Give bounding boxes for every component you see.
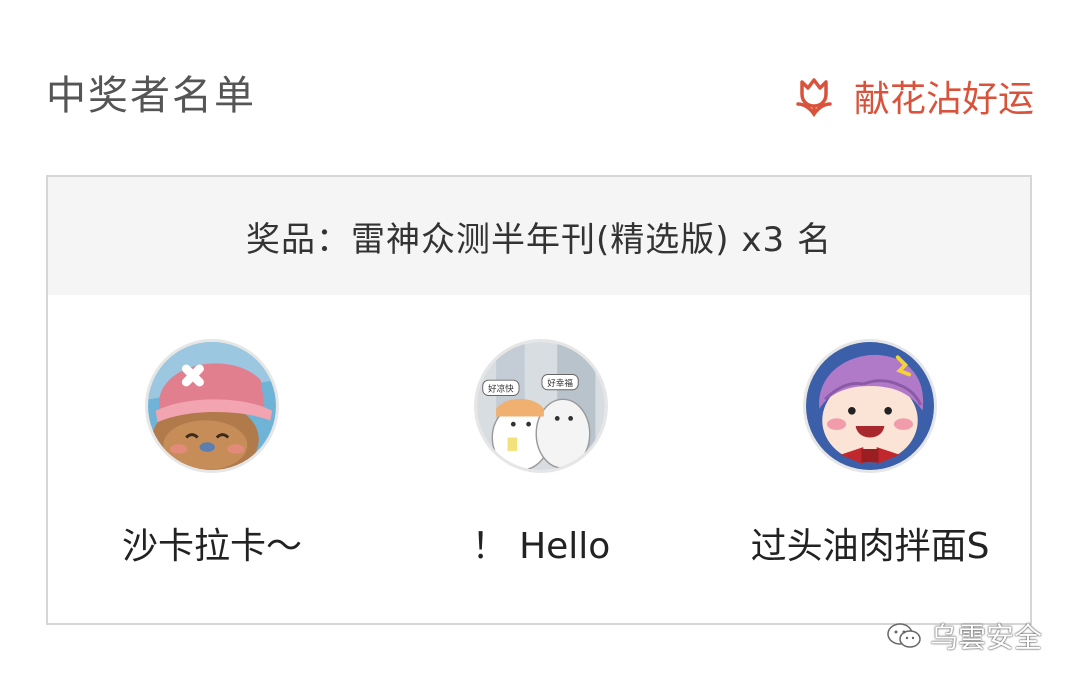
winner-name: ！ Hello bbox=[471, 526, 611, 567]
send-flower-button[interactable]: 献花沾好运 bbox=[792, 70, 1034, 122]
page-title: 中奖者名单 bbox=[46, 73, 256, 119]
cat-couple-avatar-icon: 好凉快 好幸福 bbox=[477, 342, 605, 470]
avatar[interactable]: 好凉快 好幸福 bbox=[474, 339, 608, 473]
right-bubble-text: 好幸福 bbox=[547, 377, 573, 389]
winners-card: 奖品：雷神众测半年刊(精选版) x3 名 沙卡拉卡～ 好凉快 好幸福 ！ Hel… bbox=[46, 175, 1032, 625]
watermark: 乌雲安全 bbox=[886, 616, 1042, 656]
header: 中奖者名单 献花沾好运 bbox=[0, 0, 1080, 176]
avatar[interactable] bbox=[145, 339, 279, 473]
winner-item[interactable]: 沙卡拉卡～ bbox=[52, 339, 372, 569]
prize-bar: 奖品：雷神众测半年刊(精选版) x3 名 bbox=[48, 177, 1030, 295]
winner-list: 沙卡拉卡～ 好凉快 好幸福 ！ Hello 过头油肉拌面S bbox=[48, 295, 1030, 625]
shouting-girl-avatar-icon bbox=[806, 342, 934, 470]
chopper-avatar-icon bbox=[148, 342, 276, 470]
send-flower-label: 献花沾好运 bbox=[853, 79, 1034, 120]
winner-item[interactable]: 过头油肉拌面S bbox=[710, 339, 1030, 569]
prize-text: 奖品：雷神众测半年刊(精选版) x3 名 bbox=[246, 219, 832, 260]
wechat-icon bbox=[887, 623, 921, 648]
avatar[interactable] bbox=[803, 339, 937, 473]
winner-item[interactable]: 好凉快 好幸福 ！ Hello bbox=[381, 339, 701, 569]
watermark-text: 乌雲安全 bbox=[929, 621, 1042, 654]
winner-name: 过头油肉拌面S bbox=[750, 526, 990, 567]
left-bubble-text: 好凉快 bbox=[488, 383, 514, 395]
winner-name: 沙卡拉卡～ bbox=[121, 526, 302, 567]
flower-icon bbox=[796, 78, 832, 118]
